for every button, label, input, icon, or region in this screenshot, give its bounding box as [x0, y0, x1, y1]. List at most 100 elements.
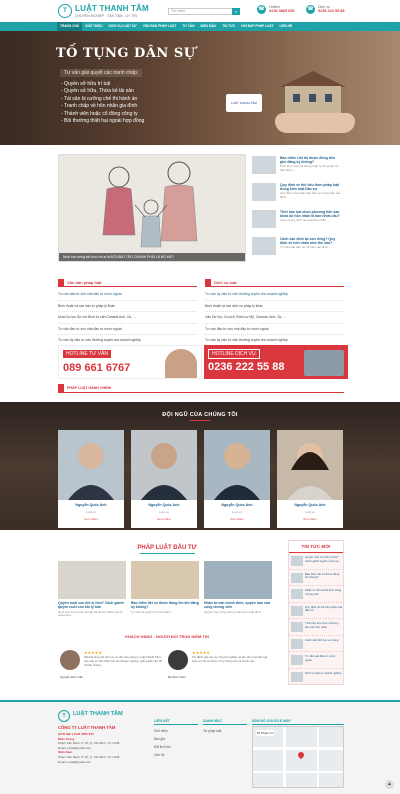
list-item[interactable]: Vẫn Dự lực, Du lịch, Định cư Mỹ, Canada,…	[205, 312, 344, 324]
article-title[interactable]: Quyền nuôi con khi ly hôn? Cách giành qu…	[58, 601, 126, 610]
thumbnail[interactable]	[291, 655, 303, 665]
nav-item-forms[interactable]: BIỂU MẪU	[198, 22, 220, 31]
list-item[interactable]: Quy định về thủ tiêu pháp luật dân sự	[289, 603, 343, 619]
legal-services-heading[interactable]: Dịch vụ luật	[214, 280, 237, 285]
logo-icon[interactable]: T	[58, 710, 70, 722]
list-item[interactable]: Tư vấn dấu tư chủ nhà dấu tư nước ngoài	[58, 289, 197, 301]
member-name[interactable]: Nguyễn Quốc Anh	[58, 503, 124, 507]
nav-item-contact[interactable]: LIÊN HỆ	[277, 22, 296, 31]
hotline-contact[interactable]: ☎ Hotline 0236 3865 655	[257, 5, 294, 14]
footer-link[interactable]: Giới thiệu	[154, 727, 198, 735]
list-item[interactable]: Tư vấn đầu tư cho nhà đầu tư nước ngoài	[205, 324, 344, 336]
news-title[interactable]: Tư vấn luật đầu tư nước ngoài	[305, 654, 343, 662]
google-map[interactable]: 87 Phạm Tú	[252, 726, 344, 788]
team-member-card[interactable]: Nguyễn Quốc Anh Luật sư Xem thêm	[277, 430, 343, 528]
thumbnail[interactable]	[252, 156, 276, 174]
service-contact[interactable]: ☎ Dịch vụ 0236 222 55 88	[306, 5, 345, 14]
nav-item-news[interactable]: TIN TỨC	[219, 22, 238, 31]
avatar[interactable]	[204, 430, 270, 500]
footer-link[interactable]: Tin pháp luật	[203, 727, 247, 735]
article-card[interactable]: Bảo hiểm liệt có được đóng lên khi đăng …	[131, 561, 199, 614]
list-item[interactable]: Bảo hiểm Liệt đó được đồng tiêu ghé đăng…	[252, 154, 344, 181]
article-card[interactable]: Nhận tư vấn chính thức, quyền hạn của cô…	[204, 561, 272, 614]
team-member-card[interactable]: Nguyễn Quốc Anh Luật sư Xem thêm	[58, 430, 124, 528]
team-member-card[interactable]: Nguyễn Quốc Anh Luật sư Xem thêm	[131, 430, 197, 528]
nav-item-faq[interactable]: HỎI ĐÁP PHÁP LUẬT	[238, 22, 276, 31]
news-title[interactable]: Bảo hiểm liệt có được đóng lên không?	[305, 572, 343, 580]
avatar[interactable]	[277, 430, 343, 500]
nav-item-lawyer-services[interactable]: DỊCH VỤ LUẬT SƯ	[106, 22, 140, 31]
list-item[interactable]: Thời hạn lựa chọn phương tiện sau khóa b…	[252, 208, 344, 235]
thumbnail[interactable]	[291, 572, 303, 583]
list-item[interactable]: Tư vấn ủy việc tư vấn thường xuyên cho d…	[205, 289, 344, 301]
thumbnail[interactable]	[291, 622, 303, 632]
team-member-card[interactable]: Nguyễn Quốc Anh Luật sư Xem thêm	[204, 430, 270, 528]
list-item[interactable]: Cách xác định lại con riêng	[289, 636, 343, 652]
list-item[interactable]: Tư vấn đầu tư cho nhà đầu tư nước ngoài	[58, 324, 197, 336]
back-to-top-button[interactable]: ▲	[385, 780, 394, 789]
article-image[interactable]	[204, 561, 272, 599]
nav-item-consulting[interactable]: TƯ VẤN	[179, 22, 197, 31]
article-image[interactable]	[131, 561, 199, 599]
featured-caption[interactable]: Nuôi con riêng kết hôn với ai là ĐỘI BÀO…	[59, 253, 245, 261]
hero-banner[interactable]: TỐ TỤNG DÂN SỰ Tư vấn giải quyết các tra…	[0, 31, 400, 145]
list-item[interactable]: Bình thuật và các dấu tư pháp lý khác	[58, 301, 197, 313]
thumbnail[interactable]	[291, 556, 303, 566]
article-title[interactable]: Nhận tư vấn chính thức, quyền hạn của cô…	[204, 601, 272, 610]
nav-item-about[interactable]: GIỚI THIỆU	[82, 22, 105, 31]
nav-item-legal-docs[interactable]: VĂN BẢN PHÁP LUẬT	[140, 22, 180, 31]
nav-item-home[interactable]: TRANG CHỦ	[57, 22, 83, 31]
article-title[interactable]: Bảo hiểm liệt có được đóng lên khi đăng …	[131, 601, 199, 610]
member-more-link[interactable]: Xem thêm	[58, 517, 124, 521]
news-title[interactable]: Quy định về thủ tiêu pháp luật dân sự	[305, 605, 343, 613]
hotline-service-number[interactable]: 0236 222 55 88	[208, 361, 284, 373]
footer-line[interactable]: Email: email@gmail.com	[58, 760, 148, 765]
footer-link[interactable]: Liên hệ	[154, 751, 198, 759]
list-item[interactable]: Bảo hiểm liệt có được đóng lên không?	[289, 570, 343, 586]
thumbnail[interactable]	[252, 237, 276, 255]
footer-link[interactable]: Đặt lịch hẹn	[154, 743, 198, 751]
featured-article-image[interactable]: Nuôi con riêng kết hôn với ai là ĐỘI BÀO…	[58, 154, 246, 262]
hotline-service-banner[interactable]: HOTLINE DỊCH VỤ 0236 222 55 88	[204, 345, 348, 379]
thumbnail[interactable]	[291, 638, 303, 649]
logo-title[interactable]: LUẬT THANH TÂM	[75, 4, 149, 13]
list-item[interactable]: Cách xác định lại con riêng? Quy định về…	[252, 235, 344, 262]
member-name[interactable]: Nguyễn Quốc Anh	[204, 503, 270, 507]
member-name[interactable]: Nguyễn Quốc Anh	[277, 503, 343, 507]
list-item[interactable]: Bình thuật và các dịch vụ pháp lý khác	[205, 301, 344, 313]
logo-icon[interactable]: T	[58, 4, 72, 18]
article-card[interactable]: Quyền nuôi con khi ly hôn? Cách giành qu…	[58, 561, 126, 618]
list-item[interactable]: Mua Dự lực Sự với Bình tư vấn Canada Anh…	[58, 312, 197, 324]
news-title[interactable]: Dịch vụ luật sư doanh nghiệp	[305, 671, 343, 676]
hotline-number[interactable]: 0236 3865 655	[269, 9, 294, 13]
search-button[interactable]: ⌕	[232, 8, 240, 15]
news-title[interactable]: Quyền nuôi con khi ly hôn? Cách giành qu…	[305, 555, 343, 563]
avatar[interactable]	[131, 430, 197, 500]
thumbnail[interactable]	[291, 605, 303, 616]
map-pin-icon[interactable]	[296, 750, 306, 760]
news-title[interactable]: Nhận tư vấn chính thức công chứng viên	[305, 588, 343, 596]
news-title[interactable]: Cách xác định lại con riêng	[305, 638, 343, 643]
thumbnail[interactable]	[252, 210, 276, 228]
hotline-consulting-number[interactable]: 089 661 6767	[63, 362, 130, 374]
list-item[interactable]: Dịch vụ luật sư doanh nghiệp	[289, 669, 343, 685]
member-more-link[interactable]: Xem thêm	[204, 517, 270, 521]
avatar[interactable]	[58, 430, 124, 500]
list-item[interactable]: Thời hạn lựa chọn phương tiện sau hôn nh…	[289, 619, 343, 636]
list-item[interactable]: Quyền nuôi con khi ly hôn? Cách giành qu…	[289, 553, 343, 570]
footer-link[interactable]: Bảo giá	[154, 735, 198, 743]
thumbnail[interactable]	[291, 589, 303, 599]
thumbnail[interactable]	[291, 671, 303, 682]
hotline-consulting-banner[interactable]: HOTLINE TƯ VẤN 089 661 6767	[58, 345, 202, 379]
member-more-link[interactable]: Xem thêm	[131, 517, 197, 521]
list-item[interactable]: Tư vấn luật đầu tư nước ngoài	[289, 652, 343, 669]
article-image[interactable]	[58, 561, 126, 599]
member-more-link[interactable]: Xem thêm	[277, 517, 343, 521]
legal-docs-heading[interactable]: Văn bản pháp luật	[67, 280, 101, 285]
footer-logo-title[interactable]: LUẬT THANH TÂM	[73, 711, 123, 717]
admin-law-heading[interactable]: PHÁP LUẬT HÀNH CHÍNH	[67, 386, 111, 390]
member-name[interactable]: Nguyễn Quốc Anh	[131, 503, 197, 507]
investment-law-title[interactable]: PHÁP LUẬT ĐẦU TƯ	[58, 545, 276, 551]
list-item[interactable]: Nhận tư vấn chính thức công chứng viên	[289, 586, 343, 603]
service-number[interactable]: 0236 222 55 88	[318, 9, 344, 13]
